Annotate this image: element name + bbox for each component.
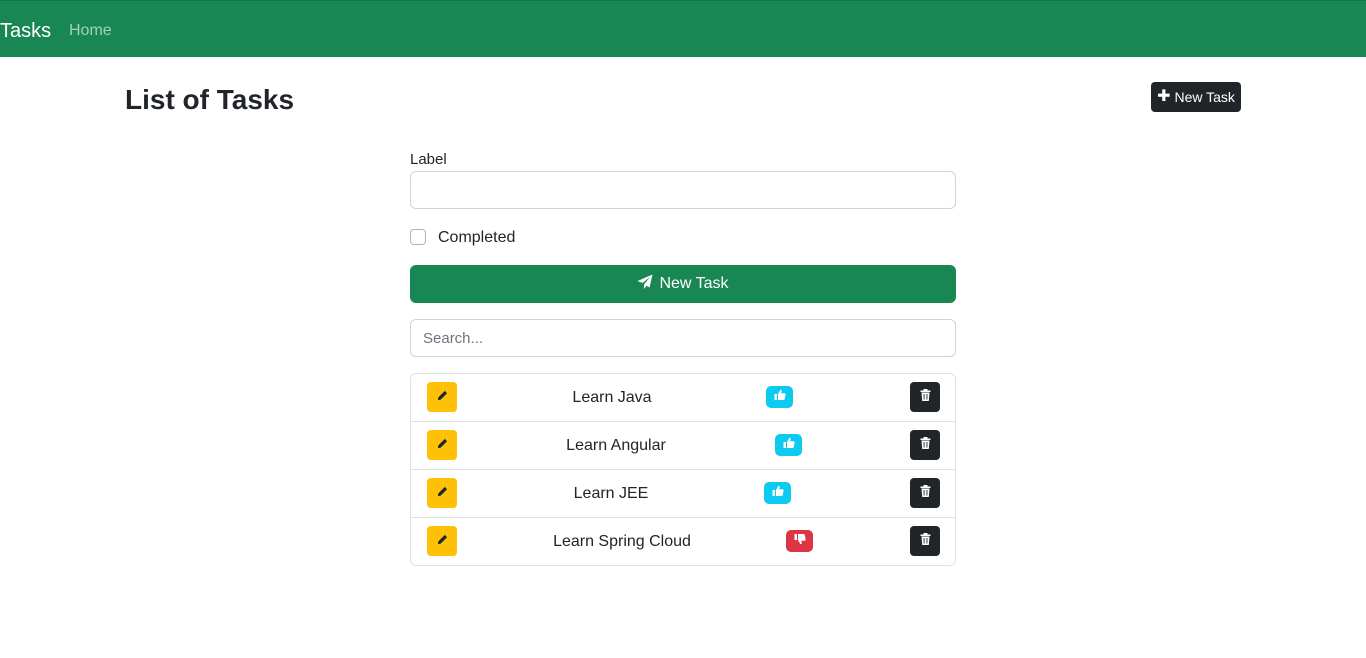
- status-badge[interactable]: [786, 530, 813, 552]
- nav-link-home[interactable]: Home: [69, 21, 112, 41]
- completed-checkbox[interactable]: [410, 229, 426, 245]
- page-title: List of Tasks: [125, 84, 295, 115]
- paper-plane-icon: [637, 274, 653, 295]
- delete-button[interactable]: [910, 526, 940, 556]
- status-badge[interactable]: [764, 482, 791, 504]
- thumbs-down-icon: [794, 532, 806, 550]
- edit-button[interactable]: [427, 382, 457, 412]
- trash-icon: [920, 388, 931, 406]
- task-row: Learn Java: [411, 374, 955, 422]
- search-input[interactable]: [410, 319, 956, 357]
- pencil-icon: [437, 388, 448, 406]
- status-badge[interactable]: [766, 386, 793, 408]
- thumbs-up-icon: [774, 388, 786, 406]
- trash-icon: [920, 532, 931, 550]
- task-label: Learn JEE: [573, 485, 649, 502]
- navbar-brand[interactable]: Tasks: [0, 19, 51, 43]
- pencil-icon: [437, 532, 448, 550]
- submit-button-label: New Task: [659, 275, 729, 292]
- edit-button[interactable]: [427, 478, 457, 508]
- label-field-label: Label: [410, 151, 447, 168]
- navbar: Tasks Home: [0, 0, 1366, 57]
- thumbs-up-icon: [772, 484, 784, 502]
- task-label: Learn Spring Cloud: [553, 533, 691, 550]
- trash-icon: [920, 484, 931, 502]
- pencil-icon: [437, 436, 448, 454]
- task-row: Learn JEE: [411, 470, 955, 518]
- task-list: Learn Java Learn Angular Learn JEE Learn…: [410, 373, 956, 566]
- task-label: Learn Angular: [566, 437, 666, 454]
- status-badge[interactable]: [775, 434, 802, 456]
- new-task-button-label: New Task: [1174, 89, 1235, 105]
- task-row: Learn Spring Cloud: [411, 518, 955, 565]
- delete-button[interactable]: [910, 382, 940, 412]
- label-input[interactable]: [410, 171, 956, 209]
- task-row: Learn Angular: [411, 422, 955, 470]
- submit-new-task-button[interactable]: New Task: [410, 265, 956, 303]
- edit-button[interactable]: [427, 526, 457, 556]
- pencil-icon: [437, 484, 448, 502]
- delete-button[interactable]: [910, 430, 940, 460]
- edit-button[interactable]: [427, 430, 457, 460]
- delete-button[interactable]: [910, 478, 940, 508]
- thumbs-up-icon: [783, 436, 795, 454]
- plus-icon: ✚: [1157, 88, 1171, 105]
- completed-label: Completed: [438, 229, 516, 246]
- new-task-button[interactable]: ✚ New Task: [1151, 82, 1241, 112]
- task-label: Learn Java: [572, 389, 652, 406]
- trash-icon: [920, 436, 931, 454]
